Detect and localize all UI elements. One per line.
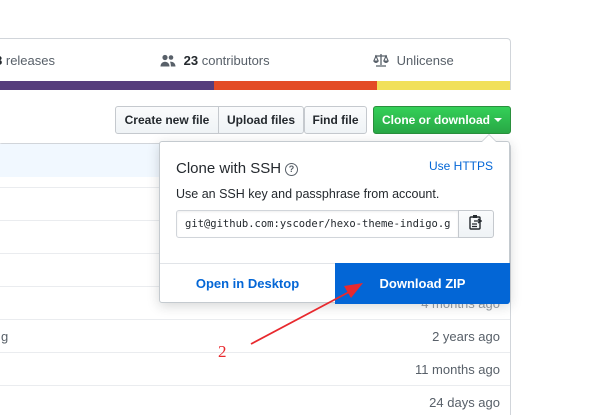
find-file-button[interactable]: Find file [304,106,367,134]
clone-or-download-button[interactable]: Clone or download [373,106,511,134]
repo-stats-bar: 8 releases 23 contributors Unlicense [0,38,511,90]
caret-down-icon [494,118,502,122]
law-icon [372,53,390,70]
table-row[interactable]: 11 months ago [0,352,510,385]
clone-popover-footer: Open in Desktop Download ZIP [160,263,510,304]
language-segment-1 [0,81,214,90]
clone-or-download-label: Clone or download [382,113,490,127]
clone-title-text: Clone with SSH [176,160,282,177]
table-row[interactable]: 24 days ago [0,385,510,415]
language-segment-2 [213,81,378,90]
clipboard-icon [469,214,483,235]
create-new-file-button[interactable]: Create new file [115,106,219,134]
clone-description: Use an SSH key and passphrase from accou… [176,187,440,201]
commit-age: 11 months ago [414,362,500,377]
use-https-link[interactable]: Use HTTPS [429,159,493,173]
question-icon[interactable]: ? [285,163,299,176]
contributors-link[interactable]: 23 contributors [160,53,270,70]
commit-age: 24 days ago [429,395,500,410]
copy-to-clipboard-button[interactable] [458,210,494,238]
commit-message[interactable]: g [1,329,8,344]
download-zip-button[interactable]: Download ZIP [335,263,510,304]
people-icon [160,54,176,70]
license-label: Unlicense [396,53,454,68]
releases-link[interactable]: 8 releases [0,53,55,68]
table-row[interactable]: g 2 years ago [0,319,510,352]
releases-label: releases [5,53,55,68]
clone-popover-title: Clone with SSH? [176,160,299,177]
license-link[interactable]: Unlicense [372,53,454,70]
releases-count: 8 [0,53,2,68]
contributors-count: 23 [183,53,199,68]
annotation-number: 2 [218,342,227,361]
upload-files-button[interactable]: Upload files [218,106,304,134]
open-in-desktop-button[interactable]: Open in Desktop [160,264,335,304]
clone-popover: Clone with SSH? Use HTTPS Use an SSH key… [159,134,510,304]
clone-url-group [176,210,494,238]
commit-age: 2 years ago [432,329,500,344]
contributors-label: contributors [201,53,270,68]
clone-url-input[interactable] [176,210,459,238]
language-segment-3 [377,81,510,90]
language-bar[interactable] [0,81,510,90]
